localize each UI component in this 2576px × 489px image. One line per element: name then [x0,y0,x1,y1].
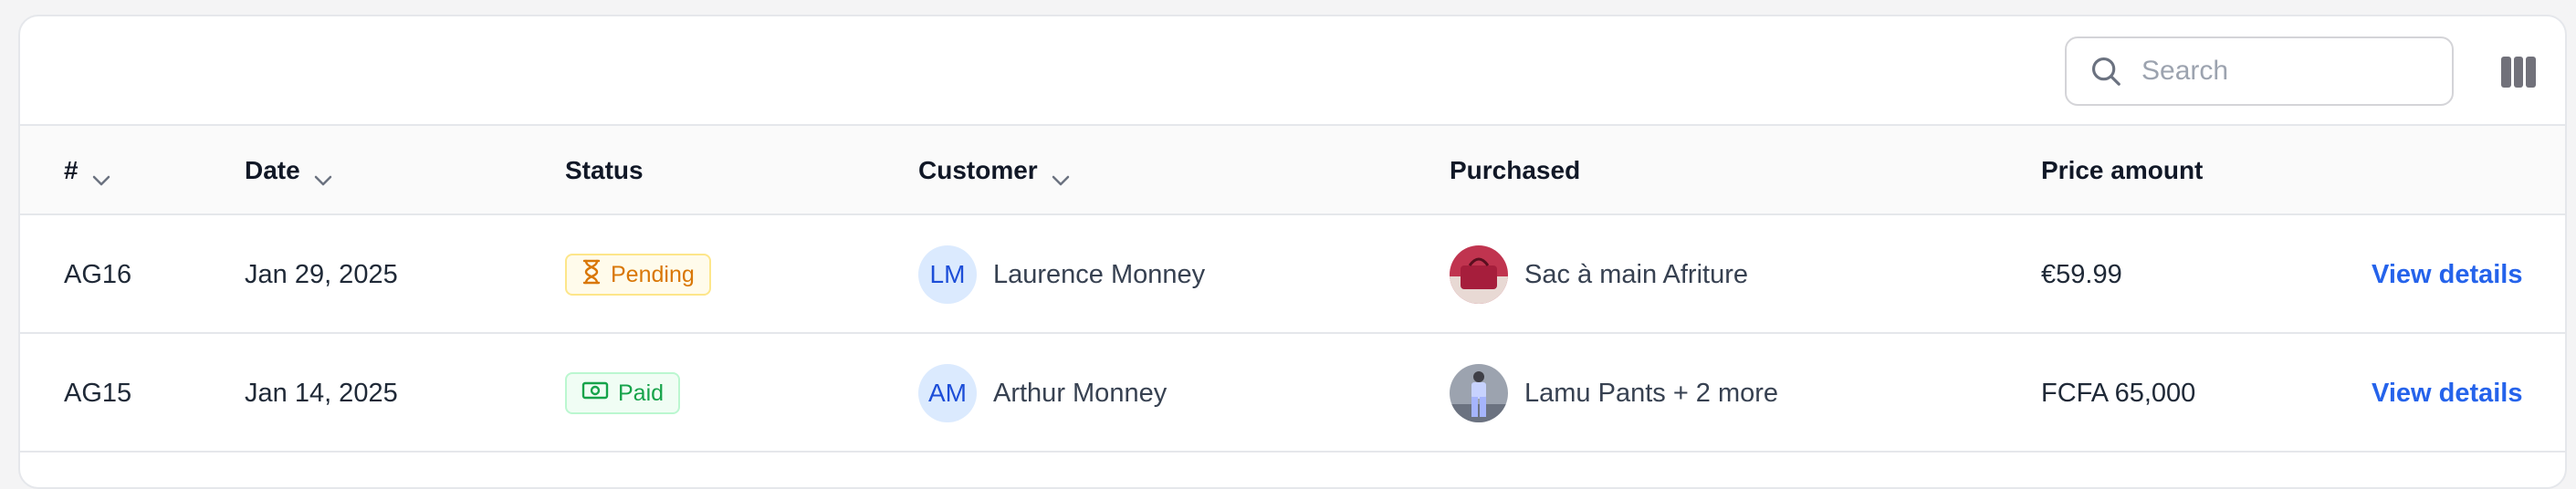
table-row[interactable]: AG15 Jan 14, 2025 Paid AM Arthur Monney [20,334,2565,453]
column-header-number[interactable]: # [64,126,111,215]
column-header-status: Status [565,126,644,215]
search-icon [2089,52,2127,90]
customer-name: Arthur Monney [993,378,1168,408]
banknote-icon [581,380,609,407]
view-details-label[interactable]: View details [2372,379,2523,409]
customer-name: Laurence Monney [993,259,1206,289]
product-thumbnail [1450,364,1508,422]
column-header-customer[interactable]: Customer [918,126,1071,215]
view-details-link[interactable]: View details [2372,334,2523,453]
column-header-label: # [64,156,79,184]
column-header-label: Customer [918,156,1038,184]
orders-table-card: # Date Status Customer Purchased Price a… [18,15,2567,489]
view-details-label[interactable]: View details [2372,260,2523,290]
column-header-label: Price amount [2041,156,2204,184]
table-toolbar [20,16,2565,126]
column-header-price: Price amount [2041,126,2203,215]
status-badge: Paid [565,372,681,414]
price-amount: €59.99 [2041,259,2122,289]
chevron-down-icon [1051,164,1071,186]
status-cell: Pending [565,215,711,334]
column-header-label: Status [565,156,644,184]
status-label: Pending [611,261,695,287]
order-id: AG15 [64,378,132,408]
product-name: Sac à main Afriture [1524,259,1748,289]
table-row[interactable]: AG16 Jan 29, 2025 Pending LM Laurence Mo… [20,215,2565,334]
avatar: AM [918,364,977,422]
search-input[interactable] [2141,56,2415,87]
column-header-label: Purchased [1450,156,1581,184]
hourglass-icon [581,259,602,291]
purchased-cell: Lamu Pants + 2 more [1450,334,1778,453]
table-header: # Date Status Customer Purchased Price a… [20,126,2565,215]
view-details-link[interactable]: View details [2372,215,2523,334]
chevron-down-icon [91,164,111,186]
status-badge: Pending [565,254,711,296]
avatar: LM [918,245,977,304]
status-label: Paid [618,380,665,406]
customer-cell: LM Laurence Monney [918,215,1205,334]
order-date: Jan 29, 2025 [245,259,398,289]
purchased-cell: Sac à main Afriture [1450,215,1748,334]
product-name: Lamu Pants + 2 more [1524,378,1779,408]
columns-icon[interactable] [2501,57,2537,88]
column-header-date[interactable]: Date [245,126,333,215]
order-date: Jan 14, 2025 [245,378,398,408]
chevron-down-icon [313,164,333,186]
column-header-purchased: Purchased [1450,126,1580,215]
column-header-label: Date [245,156,300,184]
status-cell: Paid [565,334,681,453]
price-amount: FCFA 65,000 [2041,378,2196,408]
product-thumbnail [1450,245,1508,304]
order-id: AG16 [64,259,132,289]
customer-cell: AM Arthur Monney [918,334,1167,453]
search-box[interactable] [2065,36,2454,106]
